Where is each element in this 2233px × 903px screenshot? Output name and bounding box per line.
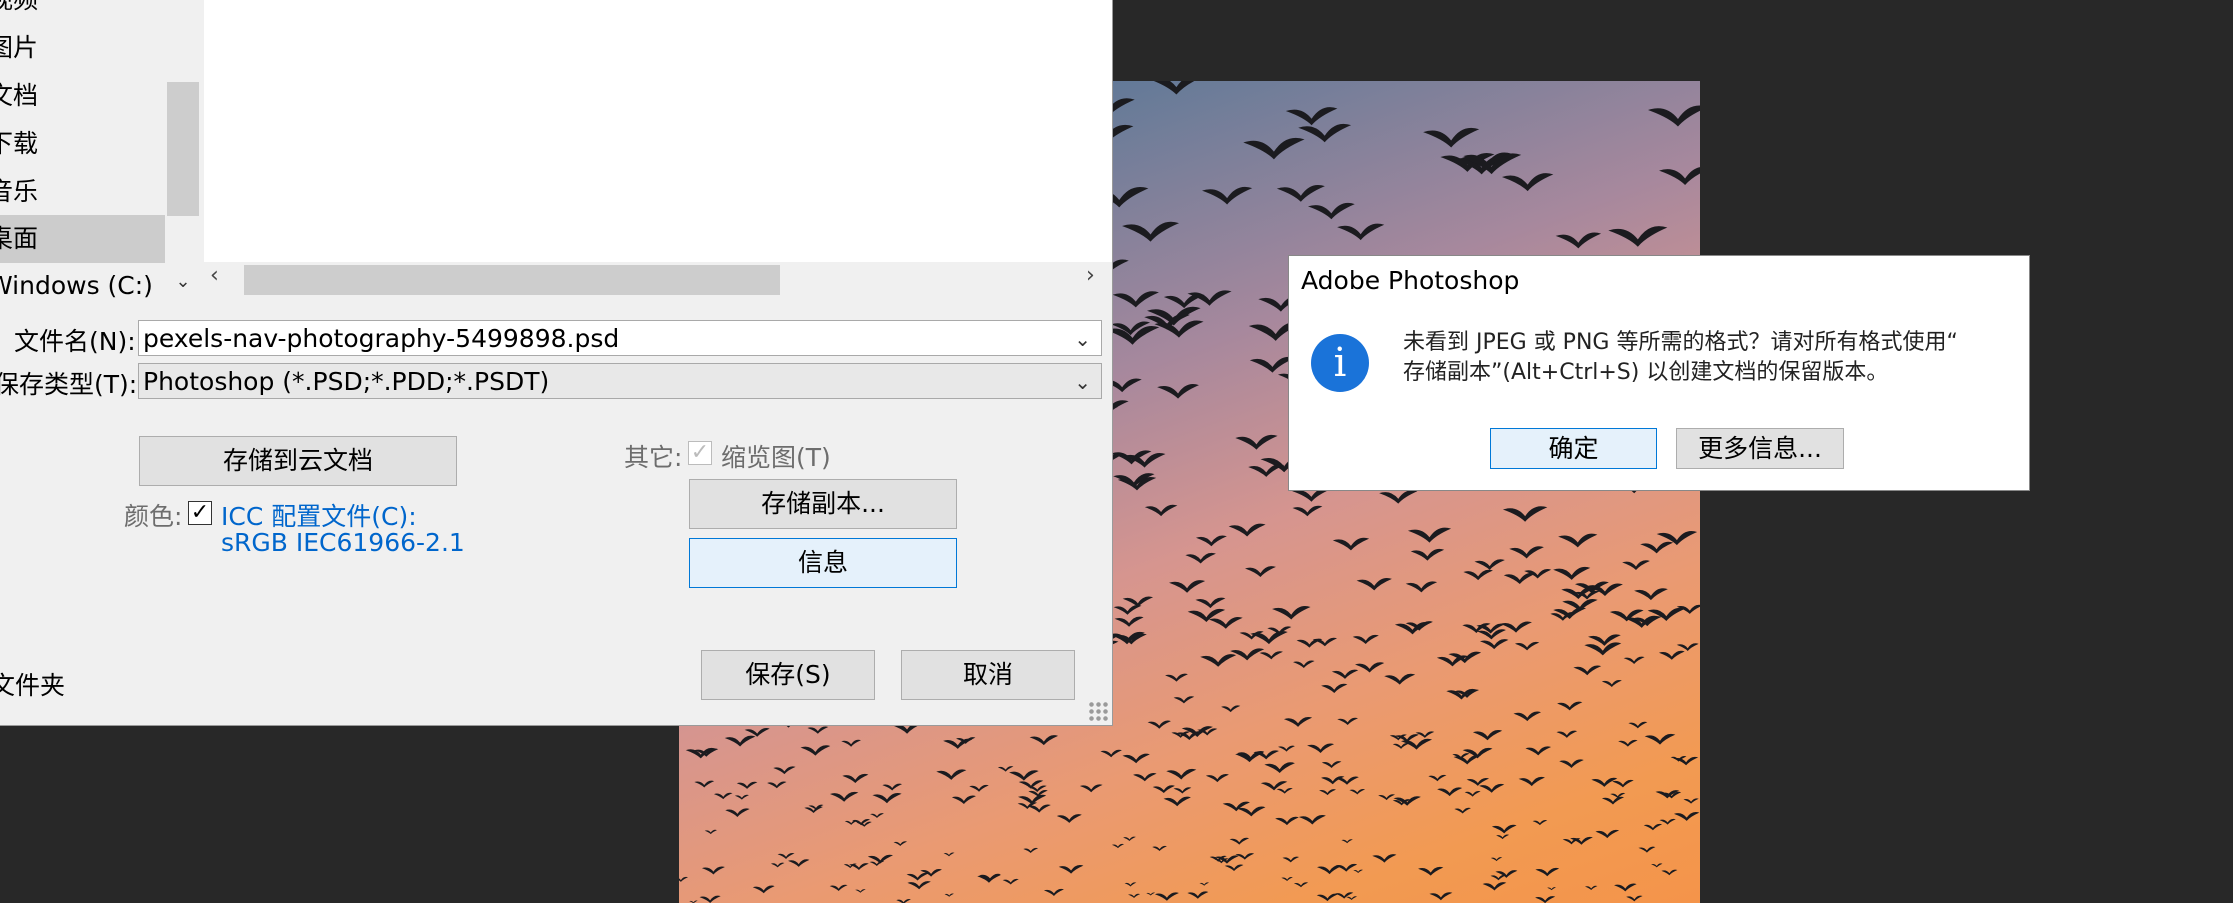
ok-button[interactable]: 确定 (1490, 428, 1657, 469)
nav-item-pictures[interactable]: 图片 (0, 24, 165, 72)
alert-message-line1: 未看到 JPEG 或 PNG 等所需的格式？请对所有格式使用“ (1403, 330, 1958, 355)
icc-profile-name: sRGB IEC61966-2.1 (221, 528, 465, 557)
nav-item-music[interactable]: 音乐 (0, 168, 165, 216)
nav-scrollbar-thumb[interactable] (167, 82, 199, 216)
nav-item-documents[interactable]: 文档 (0, 72, 165, 120)
chevron-down-icon[interactable]: ⌄ (1074, 321, 1091, 357)
filename-value: pexels-nav-photography-5499898.psd (143, 324, 620, 353)
color-label: 颜色: (124, 502, 183, 531)
alert-title: Adobe Photoshop (1301, 266, 1520, 295)
other-label: 其它: (624, 443, 683, 472)
info-button[interactable]: 信息 (689, 538, 957, 588)
info-icon: i (1311, 334, 1369, 392)
resize-grip-icon[interactable] (1088, 701, 1108, 721)
filename-label: 文件名(N): (14, 327, 136, 356)
nav-item-desktop[interactable]: 桌面 (0, 215, 165, 263)
chevron-right-icon[interactable]: › (1086, 263, 1095, 288)
icc-checkbox[interactable]: ✓ (188, 501, 212, 525)
save-as-dialog: 视频 图片 文档 下载 音乐 桌面 Windows (C:) ⌄ ‹ › 文件名… (0, 0, 1113, 726)
chevron-down-icon[interactable]: ⌄ (167, 268, 199, 296)
chevron-left-icon[interactable]: ‹ (210, 263, 219, 288)
photoshop-alert-dialog: Adobe Photoshop i 未看到 JPEG 或 PNG 等所需的格式？… (1288, 255, 2030, 491)
nav-item-c-drive[interactable]: Windows (C:) (0, 262, 165, 310)
alert-message: 未看到 JPEG 或 PNG 等所需的格式？请对所有格式使用“ 存储副本”(Al… (1403, 328, 2013, 388)
cancel-button[interactable]: 取消 (901, 650, 1075, 700)
thumbnail-checkbox[interactable]: ✓ (688, 441, 712, 465)
more-info-button[interactable]: 更多信息... (1676, 428, 1844, 469)
nav-item-downloads[interactable]: 下载 (0, 120, 165, 168)
save-to-cloud-button[interactable]: 存储到云文档 (139, 436, 457, 486)
filetype-select[interactable]: Photoshop (*.PSD;*.PDD;*.PSDT) ⌄ (138, 363, 1102, 399)
filetype-label: 保存类型(T): (0, 370, 138, 399)
filename-input[interactable]: pexels-nav-photography-5499898.psd ⌄ (138, 320, 1102, 356)
folder-label[interactable]: 文件夹 (0, 666, 65, 702)
nav-item-videos[interactable]: 视频 (0, 0, 165, 24)
thumbnail-label: 缩览图(T) (721, 443, 831, 472)
alert-message-line2: 存储副本”(Alt+Ctrl+S) 以创建文档的保留版本。 (1403, 360, 1889, 385)
save-copy-button[interactable]: 存储副本... (689, 479, 957, 529)
horizontal-scrollbar-thumb[interactable] (244, 265, 780, 295)
filetype-value: Photoshop (*.PSD;*.PDD;*.PSDT) (143, 367, 550, 396)
chevron-down-icon[interactable]: ⌄ (1074, 364, 1091, 400)
file-list[interactable] (204, 0, 1112, 262)
save-button[interactable]: 保存(S) (701, 650, 875, 700)
navigation-pane: 视频 图片 文档 下载 音乐 桌面 Windows (C:) (0, 0, 167, 300)
